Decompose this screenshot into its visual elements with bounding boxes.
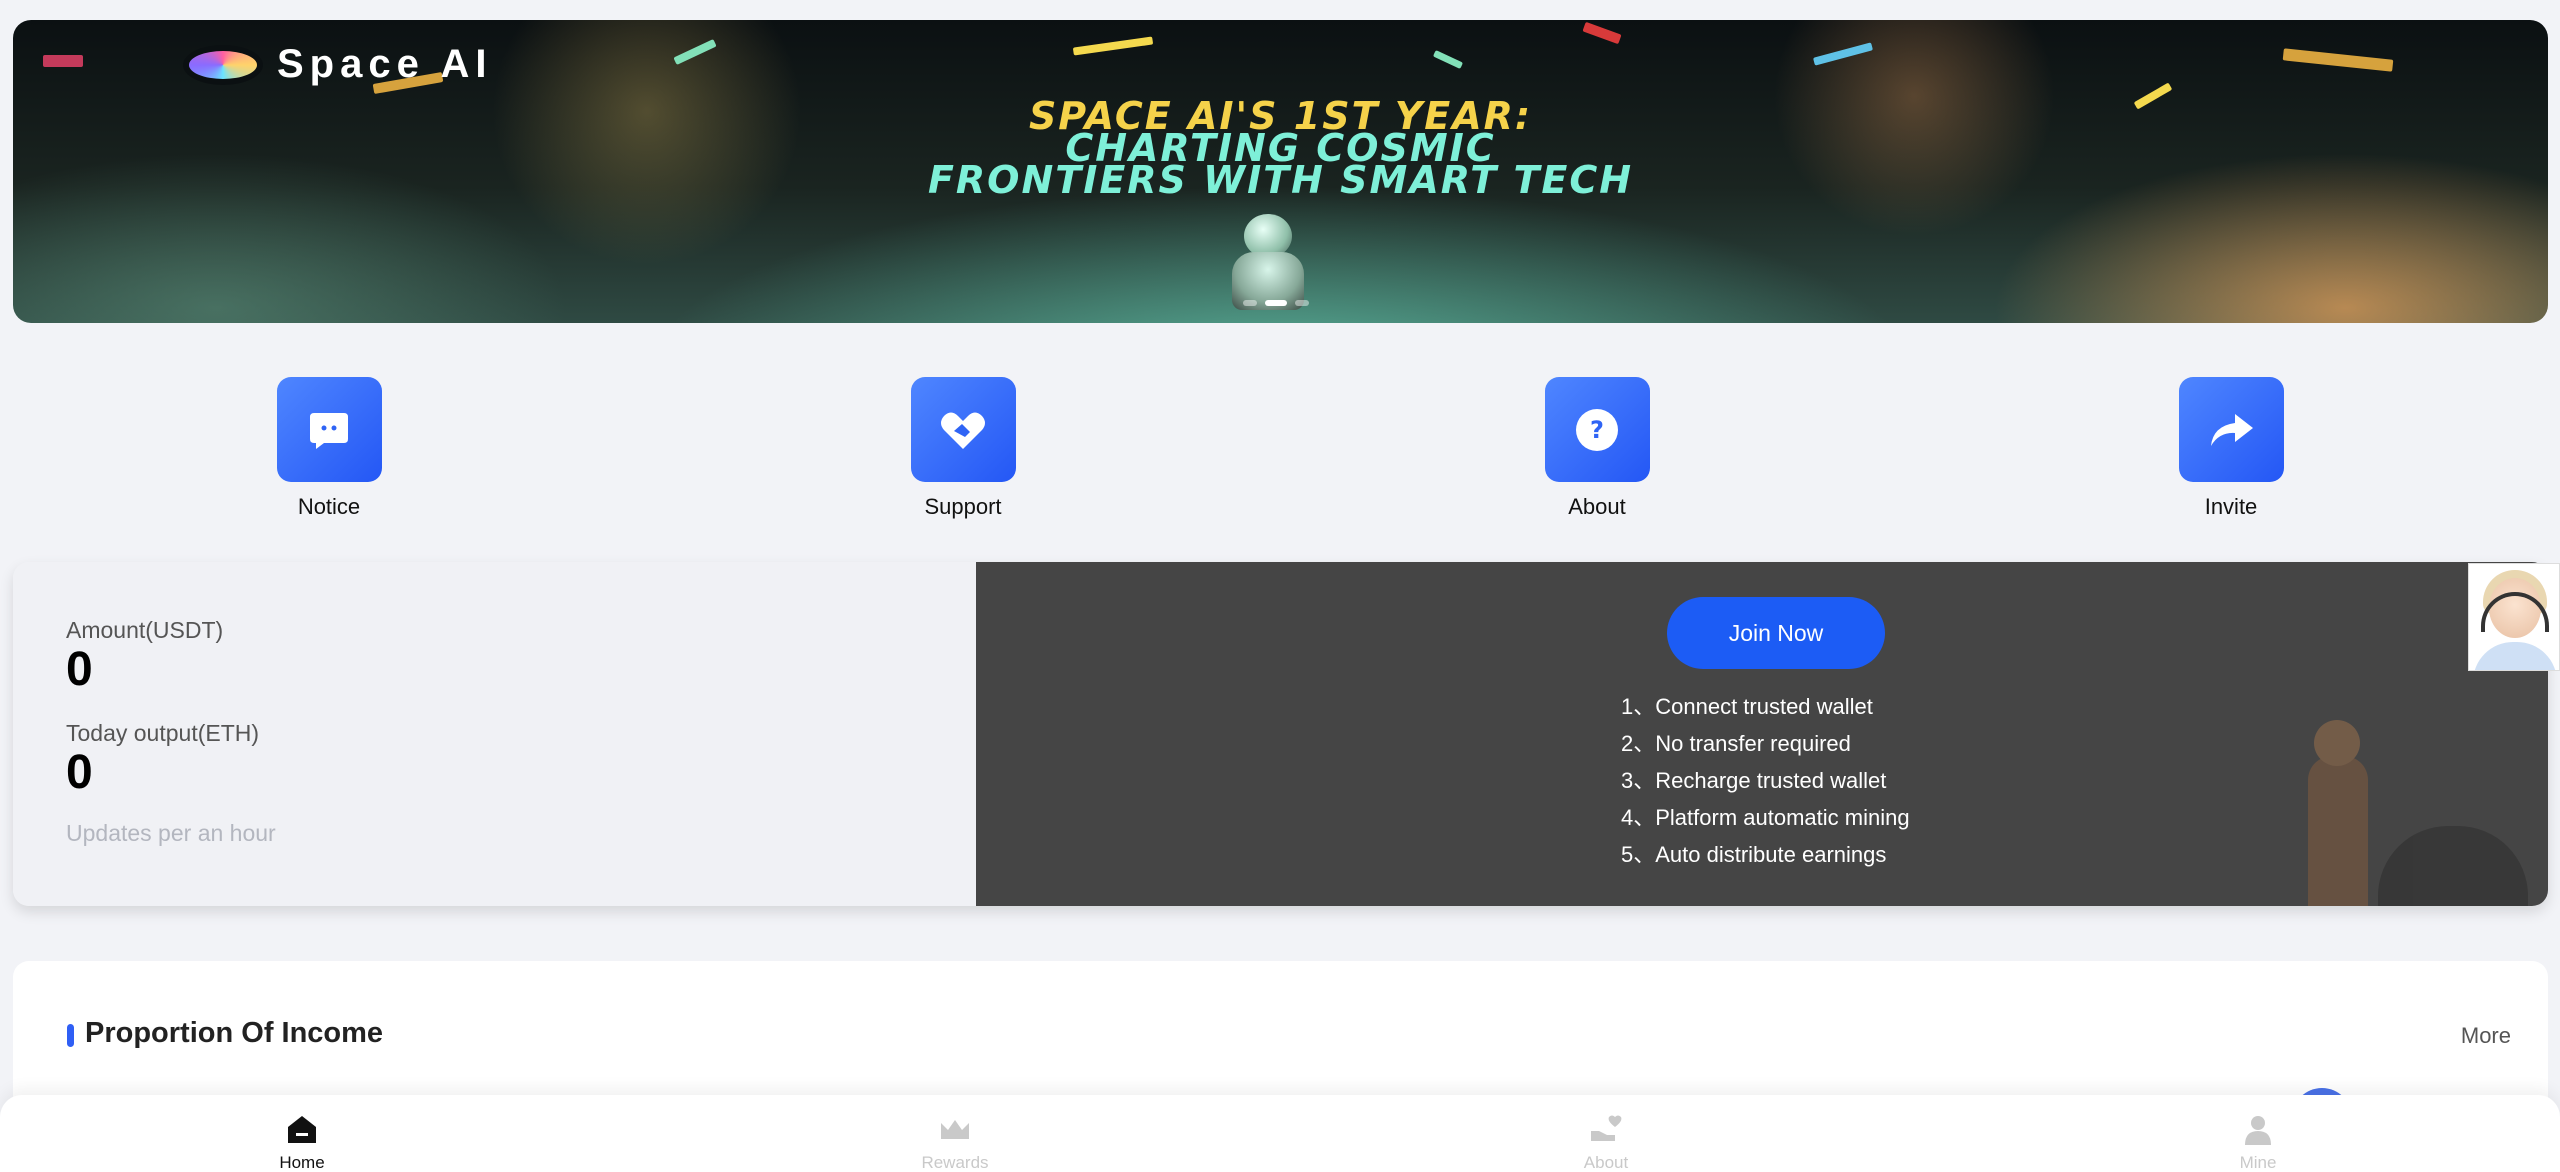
menu-label: About	[1568, 494, 1626, 519]
space-ai-logo-icon	[183, 44, 263, 85]
tab-about[interactable]: About	[1526, 1113, 1686, 1172]
today-output-value: 0	[66, 746, 93, 799]
tab-rewards[interactable]: Rewards	[875, 1113, 1035, 1172]
miner-illustration	[2268, 706, 2528, 906]
logo-text: Space AI	[277, 42, 493, 86]
join-panel: Join Now 1、Connect trusted wallet 2、No t…	[976, 562, 2548, 906]
tab-label: Mine	[2239, 1153, 2277, 1172]
user-icon	[2245, 1116, 2271, 1145]
handshake-icon	[910, 377, 1016, 482]
tab-home[interactable]: Home	[222, 1113, 382, 1172]
chat-icon	[276, 377, 382, 482]
menu-notice[interactable]: Notice	[249, 377, 409, 520]
join-now-button[interactable]: Join Now	[1667, 597, 1885, 669]
mining-stats-panel: Amount(USDT) 0 Today output(ETH) 0 Updat…	[13, 562, 976, 906]
menu-support[interactable]: Support	[883, 377, 1043, 520]
confetti-decoration	[1582, 21, 1622, 45]
menu-label: Notice	[297, 494, 361, 519]
banner-headline: SPACE AI'S 1ST YEAR: CHARTING COSMIC FRO…	[13, 97, 2548, 202]
amount-value: 0	[66, 643, 93, 696]
banner-pagination[interactable]	[1243, 300, 1309, 306]
crown-icon	[941, 1120, 969, 1139]
step-item: 4、Platform automatic mining	[1621, 805, 1910, 830]
customer-service-avatar[interactable]	[2468, 563, 2560, 671]
amount-label: Amount(USDT)	[66, 617, 224, 643]
share-arrow-icon	[2178, 377, 2284, 482]
tab-label: Home	[279, 1153, 325, 1172]
step-item: 3、Recharge trusted wallet	[1621, 768, 1887, 793]
confetti-decoration	[1432, 49, 1464, 70]
headline-line-3: FRONTIERS WITH SMART TECH	[927, 158, 1634, 202]
income-more-link[interactable]: More	[2461, 1023, 2511, 1049]
svg-text:?: ?	[1590, 416, 1604, 444]
step-item: 2、No transfer required	[1621, 731, 1851, 756]
hero-banner[interactable]: Space AI SPACE AI'S 1ST YEAR: CHARTING C…	[13, 20, 2548, 323]
steps-list: 1、Connect trusted wallet 2、No transfer r…	[1621, 688, 1910, 873]
tab-label: About	[1583, 1153, 1629, 1172]
menu-invite[interactable]: Invite	[2151, 377, 2311, 520]
pagination-dot[interactable]	[1295, 300, 1309, 306]
section-title: Proportion Of Income	[85, 1017, 384, 1049]
tab-label: Rewards	[921, 1153, 989, 1172]
confetti-decoration	[43, 55, 83, 67]
confetti-decoration	[1812, 42, 1874, 66]
menu-label: Support	[924, 494, 1002, 519]
step-item: 1、Connect trusted wallet	[1621, 694, 1873, 719]
confetti-decoration	[673, 39, 717, 65]
section-title-marker	[67, 1024, 74, 1047]
space-ai-logo: Space AI	[183, 42, 492, 87]
confetti-decoration	[2282, 48, 2394, 72]
update-note: Updates per an hour	[66, 820, 276, 846]
home-icon	[288, 1116, 316, 1143]
today-output-label: Today output(ETH)	[66, 720, 260, 746]
menu-label: Invite	[2204, 494, 2258, 519]
tab-mine[interactable]: Mine	[2178, 1113, 2338, 1172]
pagination-dot[interactable]	[1243, 300, 1257, 306]
bottom-tab-bar: Home Rewards About Mine	[0, 1095, 2560, 1172]
menu-about[interactable]: ? About	[1517, 377, 1677, 520]
confetti-decoration	[1072, 36, 1154, 56]
hand-heart-icon	[1591, 1115, 1622, 1141]
mining-card: Amount(USDT) 0 Today output(ETH) 0 Updat…	[13, 562, 2548, 906]
pagination-dot-active[interactable]	[1265, 300, 1287, 306]
step-item: 5、Auto distribute earnings	[1621, 842, 1887, 867]
question-icon: ?	[1544, 377, 1650, 482]
